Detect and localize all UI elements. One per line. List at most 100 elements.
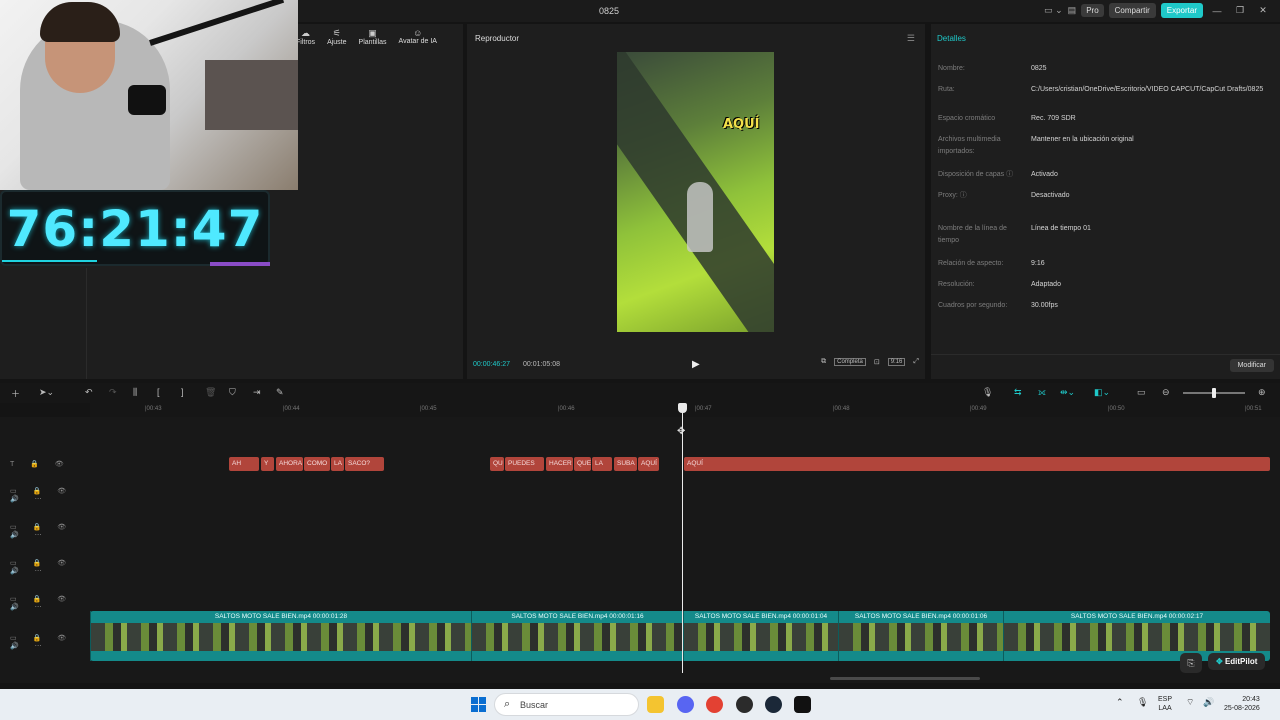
tab-templates[interactable]: ▣ Plantillas [359, 28, 387, 46]
clock-date: 25-08-2026 [1224, 705, 1260, 712]
close-icon[interactable]: ✕ [1254, 5, 1272, 16]
video-clip[interactable]: SALTOS MOTO SALE BIEN.mp4 00:00:01:28 [90, 611, 471, 661]
split-left-icon[interactable]: [ [157, 387, 160, 397]
snapshot-icon[interactable]: ⊡ [874, 358, 880, 366]
chrome-icon[interactable] [706, 696, 723, 713]
subtitle-clip[interactable]: COMO [304, 457, 330, 471]
subtitle-clip[interactable]: Y [261, 457, 274, 471]
play-icon[interactable]: ▶ [692, 359, 700, 370]
mic-tray-icon[interactable]: 🎙 [1137, 698, 1148, 707]
split-right-icon[interactable]: ] [181, 387, 184, 397]
caption-icon[interactable]: ▭ [1137, 387, 1146, 398]
editpilot-button[interactable]: ✥ EditPilot [1208, 653, 1266, 670]
tab-filters[interactable]: ☁ Filtros [296, 28, 315, 46]
track-controls[interactable]: T 🔒 👁 [10, 460, 71, 468]
windows-start-icon[interactable] [471, 697, 486, 712]
tab-adjust[interactable]: ⚟ Ajuste [327, 28, 346, 46]
add-icon[interactable]: ＋ [11, 387, 20, 400]
subtitle-clip[interactable]: PUEDES [505, 457, 544, 471]
plugin-icon[interactable]: ⎘ [1180, 653, 1202, 673]
clock[interactable]: 20:43 25-08-2026 [1224, 695, 1260, 713]
share-button[interactable]: Compartir [1108, 3, 1156, 18]
taskbar-search[interactable]: ⌕ Buscar [494, 693, 639, 716]
capcut-icon[interactable] [794, 696, 811, 713]
wifi-icon[interactable]: ⌔ [1186, 698, 1194, 707]
detail-value: 30.00fps [1031, 302, 1058, 309]
zoom-out-icon[interactable]: ⊖ [1162, 387, 1170, 398]
timeline-toolbar: ＋ ➤⌄ ↶ ↷ ⫼ [ ] 🗑 ⛉ ⇥ ✎ 🎙 ⇆ ⟗ ⇹⌄ ◧⌄ ▭ ⊖ ⊕ [0, 383, 1280, 403]
track-controls[interactable]: ▭ 🔒 👁 🔊 ⋯ [10, 487, 88, 503]
ruler-tick: |00:44 [283, 406, 300, 412]
details-title: Detalles [937, 34, 966, 43]
track-header: ▭ 🔒 👁 🔊 ⋯ [0, 592, 88, 611]
snap-icon[interactable]: ⇹⌄ [1060, 387, 1075, 398]
subtitle-clip[interactable]: LA [331, 457, 344, 471]
subtitle-clip[interactable]: AH [229, 457, 259, 471]
detail-label: Cuadros por segundo: [938, 302, 1008, 309]
zoom-in-icon[interactable]: ⊕ [1258, 387, 1266, 398]
language-indicator[interactable]: ESP LAA [1158, 695, 1172, 713]
subtitle-clip[interactable]: SACO? [345, 457, 384, 471]
zoom-handle[interactable] [1212, 388, 1216, 398]
subtitle-clip[interactable]: SUBA [614, 457, 637, 471]
video-clip[interactable]: SALTOS MOTO SALE BIEN.mp4 00:00:01:04 [683, 611, 838, 661]
video-clip[interactable]: SALTOS MOTO SALE BIEN.mp4 00:00:01:16 [471, 611, 683, 661]
webcam-overlay [0, 0, 298, 190]
file-explorer-icon[interactable] [647, 696, 664, 713]
main-video-track[interactable]: SALTOS MOTO SALE BIEN.mp4 00:00:01:28 SA… [90, 611, 1270, 661]
marker-icon[interactable]: ⛉ [229, 387, 236, 398]
redo-icon[interactable]: ↷ [109, 387, 117, 398]
freeze-icon[interactable]: ⇥ [253, 387, 261, 398]
tray-chevron-icon[interactable]: ⌃ [1116, 698, 1124, 707]
magnet-icon[interactable]: ⟗ [1038, 387, 1046, 398]
undo-icon[interactable]: ↶ [85, 387, 93, 398]
playhead[interactable] [682, 405, 683, 673]
ruler-tick: |00:43 [145, 406, 162, 412]
edit-icon[interactable]: ✎ [276, 387, 284, 398]
record-audio-icon[interactable]: 🎙 [982, 387, 993, 398]
obs-icon[interactable] [736, 696, 753, 713]
templates-icon: ▣ [368, 28, 377, 38]
maximize-icon[interactable]: ❐ [1231, 5, 1249, 16]
track-controls[interactable]: ▭ 🔒 👁 🔊 ⋯ [10, 523, 88, 539]
split-icon[interactable]: ⫼ [133, 387, 137, 398]
discord-icon[interactable] [677, 696, 694, 713]
export-button[interactable]: Exportar [1160, 3, 1203, 18]
crop-icon[interactable]: ⧉ [821, 358, 826, 366]
subtitle-clip[interactable]: AQUÍ [638, 457, 659, 471]
video-clip[interactable]: SALTOS MOTO SALE BIEN.mp4 00:00:01:06 [838, 611, 1003, 661]
layout-icon[interactable]: ▭ ⌄ [1044, 5, 1063, 16]
ratio-button[interactable]: 9:16 [887, 358, 906, 366]
subtitle-clip[interactable]: LA [592, 457, 612, 471]
clip-label: SALTOS MOTO SALE BIEN.mp4 00:00:01:28 [214, 613, 348, 620]
pro-badge[interactable]: Pro [1081, 4, 1104, 17]
subtitle-clip[interactable]: AQUÍ [684, 457, 1270, 471]
video-preview[interactable]: AQUÍ [617, 52, 774, 332]
track-controls[interactable]: ▭ 🔒 👁 🔊 ⋯ [10, 595, 88, 611]
track-controls[interactable]: ▭ 🔒 👁 🔊 ⋯ [10, 559, 88, 575]
fullscreen-icon[interactable]: ⤢ [913, 358, 919, 366]
track-controls[interactable]: ▭ 🔒 👁 🔊 ⋯ [10, 634, 88, 650]
modify-button[interactable]: Modificar [1229, 359, 1274, 372]
move-icon[interactable]: ✥ [677, 426, 688, 437]
subtitle-clip[interactable]: QU [490, 457, 504, 471]
select-tool-icon[interactable]: ➤⌄ [39, 387, 54, 398]
volume-icon[interactable]: 🔊 [1203, 698, 1214, 707]
fit-button[interactable]: Completa [834, 358, 866, 366]
tab-ai-avatar[interactable]: ☺ Avatar de IA [399, 28, 437, 46]
delete-icon[interactable]: 🗑 [205, 387, 216, 398]
detail-label: Archivos multimedia importados: [938, 136, 1001, 155]
link-icon[interactable]: ⇆ [1014, 387, 1022, 398]
subtitle-clip[interactable]: HACER [546, 457, 573, 471]
steam-icon[interactable] [765, 696, 782, 713]
subtitle-clip[interactable]: QUE [574, 457, 591, 471]
minimize-icon[interactable]: — [1208, 6, 1226, 16]
clip-label: SALTOS MOTO SALE BIEN.mp4 00:00:02:17 [1070, 613, 1204, 620]
subtitle-clip[interactable]: AHORA [276, 457, 303, 471]
track-header: ▭ 🔒 👁 🔊 ⋯ [0, 484, 88, 503]
menu-icon[interactable]: ☰ [907, 33, 915, 44]
preview-axis-icon[interactable]: ◧⌄ [1094, 387, 1110, 398]
playhead-handle[interactable] [678, 403, 687, 413]
timeline-scrollbar[interactable] [830, 677, 980, 680]
shortcut-icon[interactable]: ▤ [1068, 5, 1077, 16]
